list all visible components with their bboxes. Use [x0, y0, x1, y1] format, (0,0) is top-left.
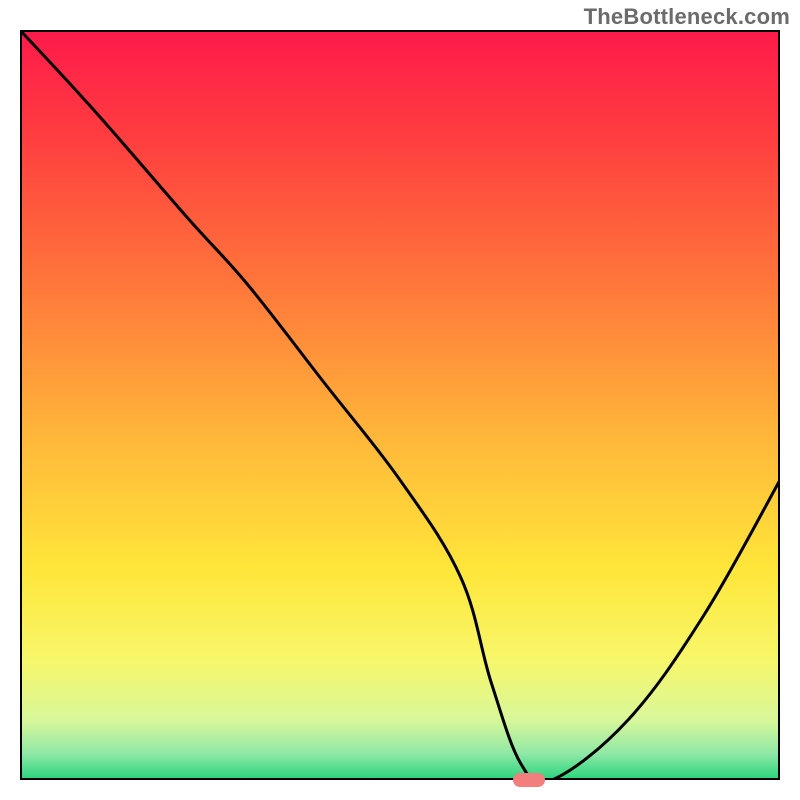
- bottleneck-chart: [20, 30, 780, 780]
- stage: TheBottleneck.com: [0, 0, 800, 800]
- optimum-marker: [513, 773, 545, 787]
- watermark-text: TheBottleneck.com: [584, 4, 790, 30]
- chart-svg: [20, 30, 780, 780]
- chart-background: [20, 30, 780, 780]
